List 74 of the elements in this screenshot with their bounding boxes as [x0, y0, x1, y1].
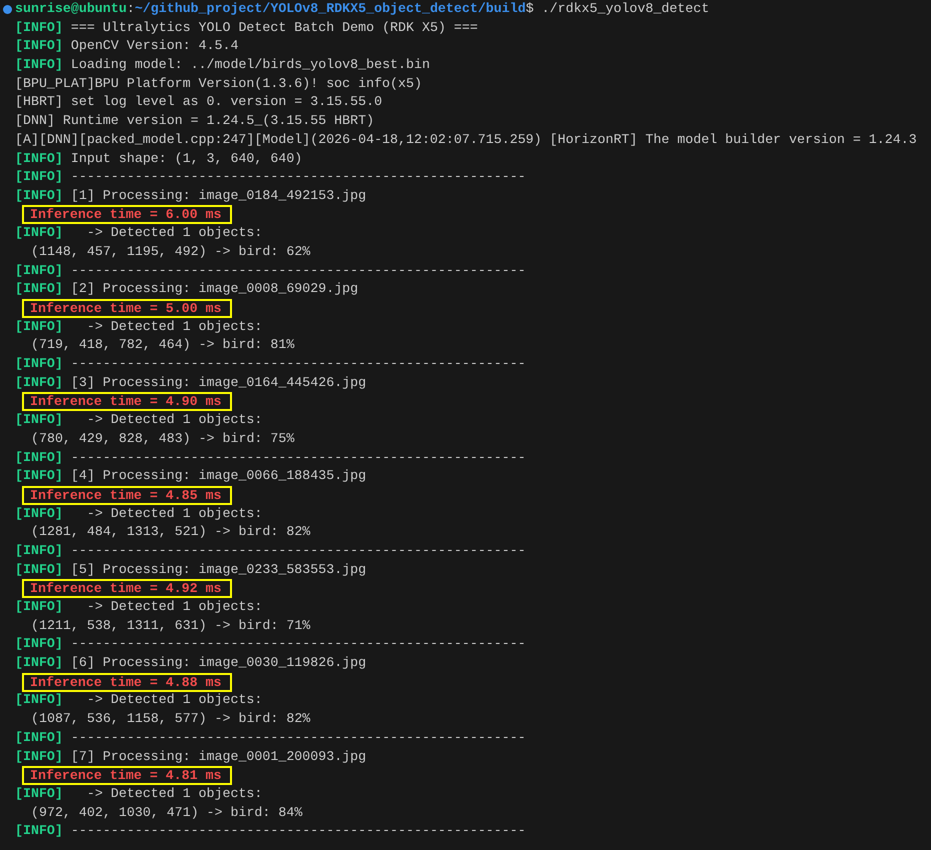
detection-result: (1087, 536, 1158, 577) -> bird: 82%: [30, 710, 310, 728]
log-text: [1] Processing: image_0184_492153.jpg: [70, 186, 366, 205]
log-text: [DNN] Runtime version = 1.24.5_(3.15.55 HBRT): [15, 112, 374, 130]
inference-time: Inference time = 4.90 ms: [22, 392, 232, 412]
log-tag: [INFO]: [15, 822, 63, 841]
log-tag: [INFO]: [15, 262, 63, 280]
log-text: -> Detected 1 objects:: [86, 598, 262, 616]
log-tag: [INFO]: [15, 280, 63, 300]
log-text: -> Detected 1 objects:: [86, 224, 262, 242]
inference-time: Inference time = 5.00 ms: [22, 298, 232, 318]
inference-time: Inference time = 4.88 ms: [22, 672, 232, 692]
log-text: -> Detected 1 objects:: [86, 784, 262, 803]
log-tag: [INFO]: [15, 784, 63, 804]
log-text: [6] Processing: image_0030_119826.jpg: [70, 654, 366, 672]
log-text: [2] Processing: image_0008_69029.jpg: [70, 280, 358, 298]
log-text: [5] Processing: image_0233_583553.jpg: [70, 560, 366, 579]
log-text: ---------------------------------------------------------: [70, 355, 526, 374]
log-tag: [INFO]: [15, 748, 63, 766]
log-tag: [INFO]: [15, 150, 63, 168]
log-text: [3] Processing: image_0164_445426.jpg: [70, 374, 366, 392]
detection-result: (1148, 457, 1195, 492) -> bird: 62%: [30, 242, 310, 261]
log-tag: [INFO]: [15, 224, 63, 243]
log-text: [4] Processing: image_0066_188435.jpg: [70, 467, 366, 486]
prompt-separator: :: [126, 0, 135, 18]
inference-time: Inference time = 4.81 ms: [22, 766, 232, 786]
log-text: ---------------------------------------------------------: [70, 822, 526, 840]
log-tag: [INFO]: [15, 448, 63, 468]
log-text: [BPU_PLAT]BPU Platform Version(1.3.6)! soc info(x5): [15, 74, 422, 93]
log-text: [7] Processing: image_0001_200093.jpg: [70, 748, 366, 766]
log-tag: [INFO]: [15, 467, 63, 486]
log-text: ---------------------------------------------------------: [70, 728, 526, 747]
log-tag: [INFO]: [15, 635, 63, 654]
log-text: ---------------------------------------------------------: [70, 448, 526, 466]
prompt-command: $ ./rdkx5_yolov8_detect: [526, 0, 710, 18]
log-text: -> Detected 1 objects:: [86, 504, 262, 523]
prompt-path: ~/github_project/YOLOv8_RDKX5_object_detect/build: [134, 0, 526, 18]
log-tag: [INFO]: [15, 504, 63, 524]
log-text: -> Detected 1 objects:: [86, 411, 262, 430]
log-tag: [INFO]: [15, 691, 63, 710]
log-tag: [INFO]: [15, 654, 63, 673]
log-tag: [INFO]: [15, 37, 63, 56]
detection-result: (780, 429, 828, 483) -> bird: 75%: [30, 430, 294, 448]
log-tag: [INFO]: [15, 560, 63, 580]
log-tag: [INFO]: [15, 411, 63, 430]
detection-result: (719, 418, 782, 464) -> bird: 81%: [30, 336, 294, 354]
log-text: -> Detected 1 objects:: [86, 318, 262, 336]
inference-time: Inference time = 4.85 ms: [22, 486, 232, 505]
log-tag: [INFO]: [15, 186, 63, 206]
log-tag: [INFO]: [15, 598, 63, 617]
detection-result: (1211, 538, 1311, 631) -> bird: 71%: [30, 616, 310, 635]
log-tag: [INFO]: [15, 728, 63, 748]
log-tag: [INFO]: [15, 56, 63, 75]
prompt-user: sunrise@ubuntu: [15, 0, 127, 18]
log-text: -> Detected 1 objects:: [86, 691, 262, 710]
log-text: Input shape: (1, 3, 640, 640): [70, 150, 302, 168]
inference-time: Inference time = 4.92 ms: [22, 579, 232, 598]
log-text: ---------------------------------------------------------: [70, 635, 526, 654]
log-text: OpenCV Version: 4.5.4: [70, 37, 238, 56]
log-tag: [INFO]: [15, 168, 63, 187]
detection-result: (1281, 484, 1313, 521) -> bird: 82%: [30, 523, 310, 542]
log-text: [HBRT] set log level as 0. version = 3.15.55.0: [15, 93, 382, 112]
log-text: Loading model: ../model/birds_yolov8_best.bin: [70, 56, 430, 74]
log-text: [A][DNN][packed_model.cpp:247][Model](2026-04-18,12:02:07.715.259) [HorizonRT] The model builder version = 1.24.3: [15, 130, 917, 149]
log-tag: [INFO]: [15, 318, 63, 336]
log-text: === Ultralytics YOLO Detect Batch Demo (RDK X5) ===: [70, 18, 478, 37]
log-tag: [INFO]: [15, 374, 63, 392]
log-text: ---------------------------------------------------------: [70, 168, 526, 186]
inference-time: Inference time = 6.00 ms: [22, 205, 232, 224]
log-text: ---------------------------------------------------------: [70, 542, 526, 560]
log-tag: [INFO]: [15, 355, 63, 374]
log-text: ---------------------------------------------------------: [70, 262, 526, 280]
log-tag: [INFO]: [15, 18, 63, 38]
log-tag: [INFO]: [15, 542, 63, 561]
detection-result: (972, 402, 1030, 471) -> bird: 84%: [30, 804, 302, 822]
